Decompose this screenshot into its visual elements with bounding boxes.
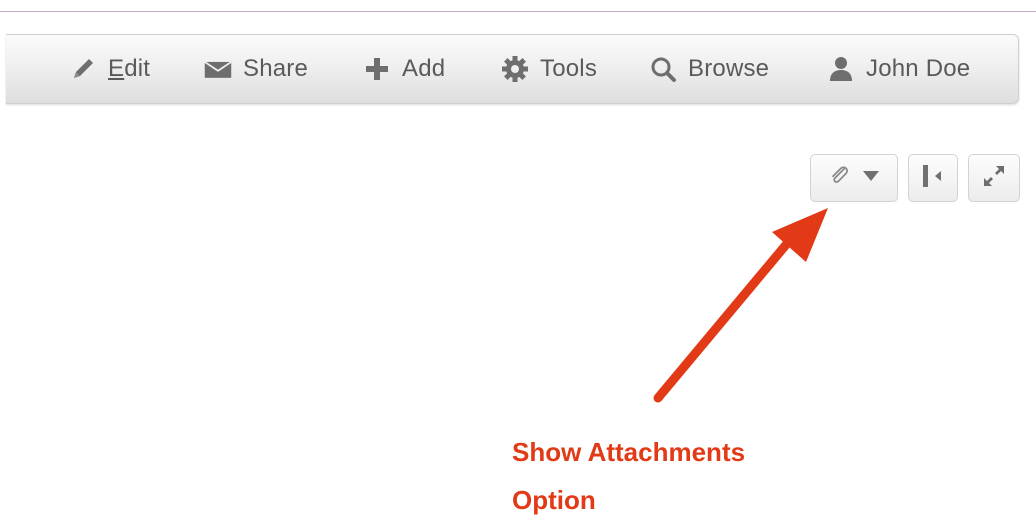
annotation-line-1: Show Attachments (512, 437, 746, 467)
user-name-label: John Doe (866, 55, 971, 82)
pencil-icon (68, 54, 98, 84)
paperclip-icon (828, 164, 852, 193)
main-toolbar: Edit Share Add Tools Browse John Doe (6, 34, 1019, 104)
share-label: Share (243, 55, 309, 82)
tools-button[interactable]: Tools (500, 35, 597, 103)
screenshot-stage: Edit Share Add Tools Browse John Doe Sho… (0, 0, 1036, 531)
collapse-panel-button[interactable] (908, 154, 958, 202)
collapse-left-icon (918, 163, 948, 194)
add-label: Add (402, 55, 446, 82)
expand-icon (980, 162, 1008, 195)
gear-icon (500, 54, 530, 84)
caret-down-icon (862, 169, 880, 188)
search-icon (648, 54, 678, 84)
envelope-icon (203, 54, 233, 84)
edit-button[interactable]: Edit (68, 35, 150, 103)
show-attachments-button[interactable] (810, 154, 898, 202)
browse-label: Browse (688, 55, 770, 82)
share-button[interactable]: Share (203, 35, 308, 103)
user-menu-button[interactable]: John Doe (826, 35, 970, 103)
top-divider (0, 11, 1036, 12)
user-icon (826, 54, 856, 84)
add-button[interactable]: Add (362, 35, 445, 103)
annotation-line-2: Option (512, 485, 596, 515)
expand-panel-button[interactable] (968, 154, 1020, 202)
plus-icon (362, 54, 392, 84)
tools-label: Tools (540, 55, 598, 82)
annotation-callout: Show Attachments Option (512, 428, 812, 524)
edit-label: Edit (108, 55, 151, 82)
browse-button[interactable]: Browse (648, 35, 769, 103)
